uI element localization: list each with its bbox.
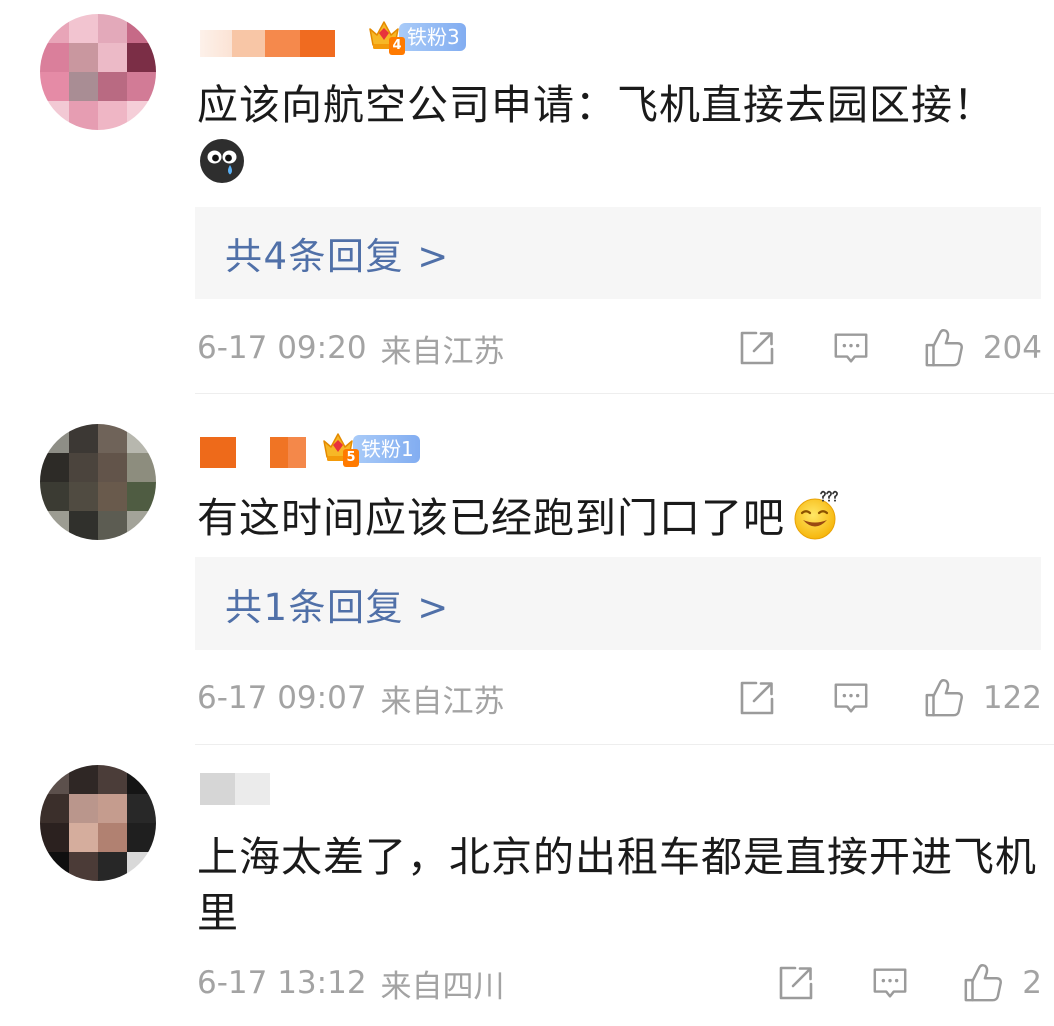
username-redacted[interactable] — [200, 437, 306, 468]
fan-badge[interactable]: 5 铁粉1 — [321, 430, 420, 468]
reply-button[interactable] — [871, 964, 909, 1002]
reply-button[interactable] — [832, 679, 870, 717]
view-replies-button[interactable]: 共1条回复 > — [195, 557, 1041, 650]
avatar[interactable] — [40, 424, 156, 540]
fan-level-number: 5 — [343, 449, 359, 467]
puzzled-face-emoji-icon — [791, 488, 843, 540]
comment-item: 5 铁粉1 有这时间应该已经跑到门口了吧 共1条回复 > 6-17 09:07 … — [0, 394, 1054, 745]
fan-badge-label: 铁粉1 — [353, 435, 420, 463]
comment-icon — [873, 968, 907, 998]
thumbs-up-icon — [964, 963, 1003, 1002]
like-button[interactable]: 122 — [923, 677, 1042, 719]
comment-text: 有这时间应该已经跑到门口了吧 — [197, 494, 785, 542]
username-redacted[interactable] — [200, 773, 270, 805]
bitter-face-emoji-icon — [198, 137, 246, 185]
comment-icon — [834, 333, 868, 363]
thumbs-up-icon — [925, 328, 963, 367]
view-replies-label: 共4条回复 > — [225, 235, 450, 278]
like-count: 2 — [1022, 965, 1042, 1001]
fan-level-emblem: 4 — [367, 18, 405, 56]
comment-text: 上海太差了，北京的出租车都是直接开进飞机里 — [197, 833, 1037, 937]
fan-badge-label: 铁粉3 — [399, 23, 466, 51]
comment-location: 来自江苏 — [380, 333, 505, 370]
thumbs-up-icon — [925, 678, 963, 717]
puzzled-face-emoji-icon — [794, 490, 838, 540]
avatar[interactable] — [40, 765, 156, 881]
comment-location: 来自四川 — [380, 968, 505, 1005]
like-count: 204 — [982, 330, 1042, 366]
comment-footer: 6-17 09:07 来自江苏 122 — [197, 676, 1042, 720]
comment-item: 上海太差了，北京的出租车都是直接开进飞机里 6-17 13:12 来自四川 2 — [0, 745, 1054, 1026]
comment-actions: 204 — [737, 327, 1042, 369]
share-button[interactable] — [737, 678, 777, 718]
comment-meta: 6-17 09:07 来自江苏 — [197, 676, 505, 721]
like-button[interactable]: 2 — [962, 962, 1042, 1004]
comment-text: 应该向航空公司申请：飞机直接去园区接！ — [197, 81, 995, 129]
like-count: 122 — [982, 680, 1042, 716]
comment-time: 6-17 09:20 — [197, 330, 367, 366]
comment-body: 有这时间应该已经跑到门口了吧 — [197, 488, 1047, 545]
view-replies-button[interactable]: 共4条回复 > — [195, 207, 1041, 299]
fan-level-emblem: 5 — [321, 430, 359, 468]
comment-actions: 2 — [776, 962, 1042, 1004]
view-replies-label: 共1条回复 > — [225, 585, 450, 629]
comment-location: 来自江苏 — [380, 683, 505, 720]
comment-time: 6-17 09:07 — [197, 680, 367, 716]
username-redacted[interactable] — [200, 30, 335, 57]
comment-meta: 6-17 13:12 来自四川 — [197, 961, 505, 1006]
fan-badge[interactable]: 4 铁粉3 — [367, 18, 466, 56]
like-button[interactable]: 204 — [923, 327, 1042, 369]
comment-meta: 6-17 09:20 来自江苏 — [197, 326, 505, 371]
comment-actions: 122 — [737, 677, 1042, 719]
share-icon — [740, 681, 774, 715]
share-icon — [779, 966, 813, 1000]
share-button[interactable] — [737, 328, 777, 368]
comment-icon — [834, 683, 868, 713]
comment-item: 4 铁粉3 应该向航空公司申请：飞机直接去园区接！ 共4条回复 > 6-17 0… — [0, 0, 1054, 394]
reply-button[interactable] — [832, 329, 870, 367]
comment-footer: 6-17 09:20 来自江苏 204 — [197, 326, 1042, 370]
share-icon — [740, 331, 774, 365]
fan-level-number: 4 — [389, 37, 405, 55]
share-button[interactable] — [776, 963, 816, 1003]
comment-time: 6-17 13:12 — [197, 965, 367, 1001]
bitter-face-emoji-icon — [200, 139, 244, 183]
comment-footer: 6-17 13:12 来自四川 2 — [197, 961, 1042, 1005]
avatar[interactable] — [40, 14, 156, 130]
